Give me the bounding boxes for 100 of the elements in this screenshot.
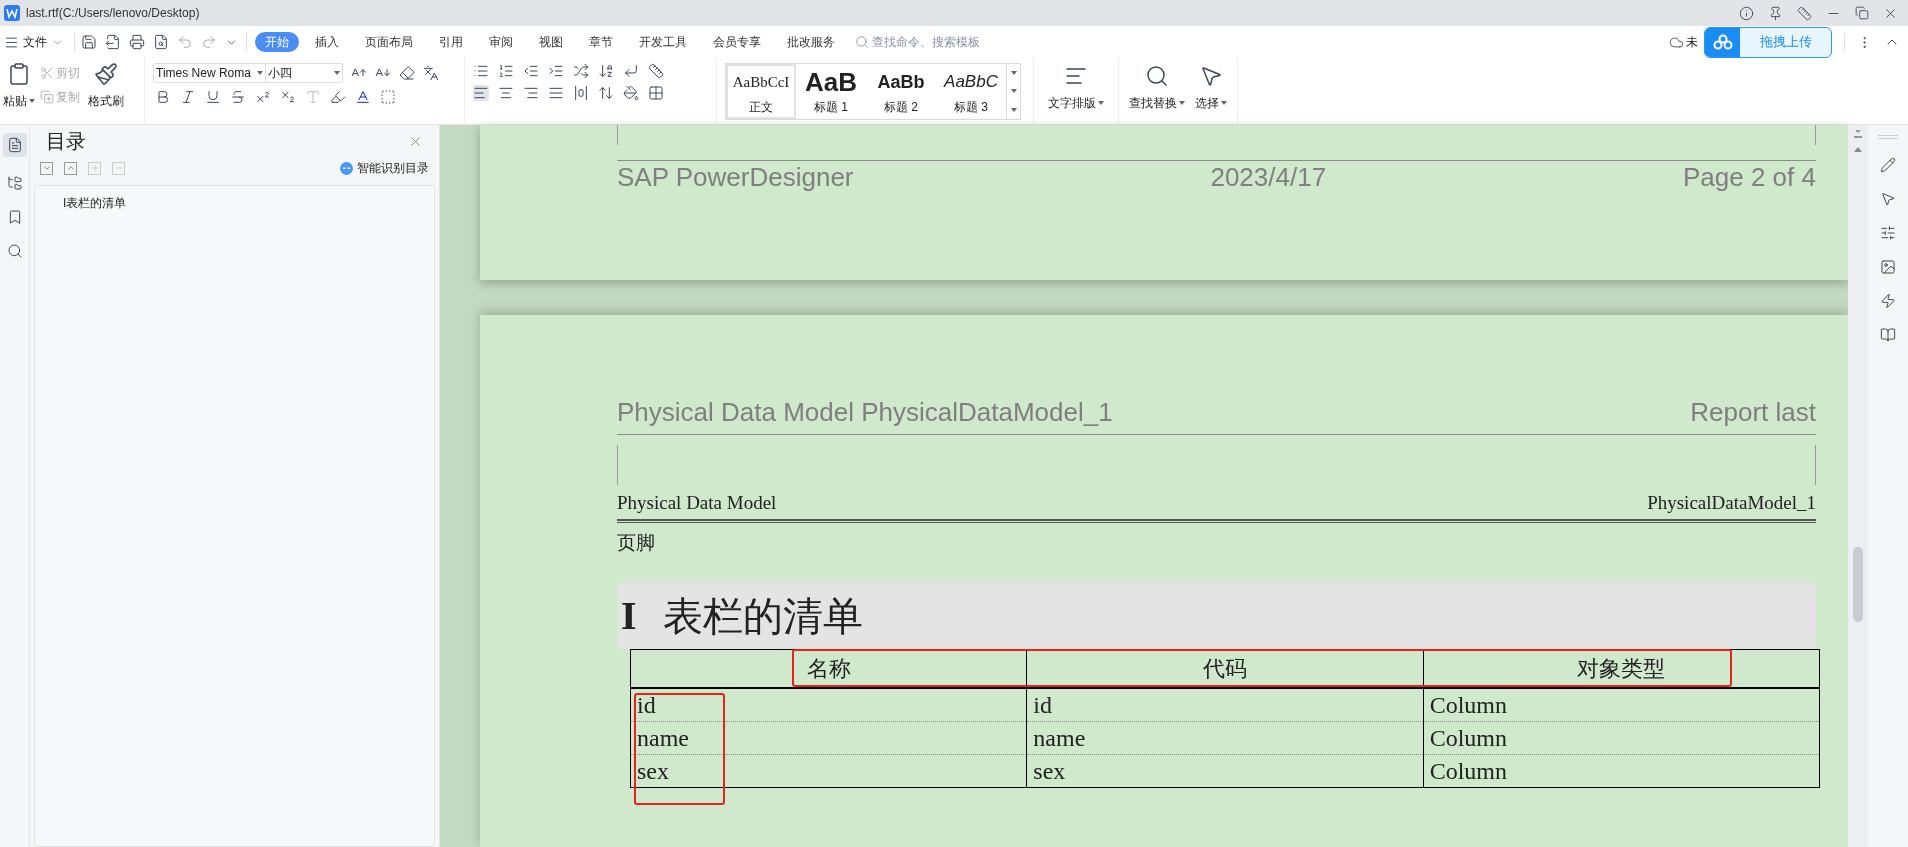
caret-icon bbox=[334, 71, 340, 75]
italic-icon[interactable] bbox=[180, 89, 196, 105]
caret-icon bbox=[29, 99, 35, 103]
table-cell: Column bbox=[1423, 687, 1820, 721]
strikethrough-icon[interactable] bbox=[230, 89, 246, 105]
format-painter-button[interactable]: 格式刷 bbox=[88, 62, 124, 110]
cloud-status[interactable]: 未 bbox=[1669, 33, 1698, 51]
save-icon[interactable] bbox=[81, 34, 97, 50]
ribbon-tab[interactable]: 会员专享 bbox=[703, 32, 771, 52]
ribbon-tab[interactable]: 页面布局 bbox=[355, 32, 423, 52]
column-header: 代码 bbox=[1026, 649, 1424, 688]
print-icon[interactable] bbox=[129, 34, 145, 50]
table-cell: Column bbox=[1423, 754, 1820, 787]
panel-title: 目录 bbox=[46, 129, 86, 154]
search-icon bbox=[855, 35, 869, 49]
ai-icon bbox=[340, 161, 353, 175]
outdent-icon[interactable] bbox=[523, 63, 539, 79]
superscript-icon[interactable] bbox=[255, 89, 271, 105]
header-text: Report last bbox=[1690, 396, 1816, 429]
scissors-icon bbox=[40, 66, 54, 80]
column-header: 名称 bbox=[630, 649, 1027, 688]
smart-toc-button[interactable]: 智能识别目录 bbox=[340, 159, 429, 177]
scrollbar-thumb[interactable] bbox=[1853, 547, 1863, 622]
caret-icon bbox=[1010, 107, 1017, 112]
borders-icon[interactable] bbox=[648, 85, 664, 101]
ribbon-tab[interactable]: 审阅 bbox=[479, 32, 523, 52]
table-cell: id bbox=[630, 687, 1027, 721]
window-title: last.rtf(C:/Users/lenovo/Desktop) bbox=[26, 5, 200, 22]
sort-icon[interactable] bbox=[598, 63, 614, 79]
header-text: Physical Data Model PhysicalDataModel_1 bbox=[617, 396, 1113, 429]
style-preset[interactable]: AaBbC 标题 3 bbox=[936, 64, 1006, 119]
table-cell: Column bbox=[1423, 721, 1820, 754]
text-layout-button[interactable]: 文字排版 bbox=[1034, 58, 1119, 124]
character-border-icon[interactable] bbox=[380, 89, 396, 105]
heading-title: 表栏的清单 bbox=[662, 592, 863, 641]
heading-number: I bbox=[621, 592, 637, 640]
caret-icon bbox=[1010, 71, 1017, 76]
ruler-icon[interactable] bbox=[1797, 5, 1812, 21]
caret-icon bbox=[1098, 101, 1104, 105]
align-center-icon[interactable] bbox=[498, 85, 514, 101]
paste-button[interactable]: 粘贴 bbox=[2, 62, 36, 110]
shading-icon[interactable] bbox=[623, 85, 639, 101]
ribbon-tab[interactable]: 开发工具 bbox=[629, 32, 697, 52]
lightning-icon[interactable] bbox=[1880, 293, 1896, 309]
cloud-logo-icon bbox=[1712, 34, 1733, 50]
ruler-icon[interactable] bbox=[648, 63, 664, 79]
align-right-icon[interactable] bbox=[523, 85, 539, 101]
image-icon[interactable] bbox=[1880, 259, 1896, 275]
file-menu[interactable]: 文件 bbox=[0, 33, 68, 51]
info-icon[interactable] bbox=[1739, 5, 1754, 21]
pen-icon[interactable] bbox=[1880, 157, 1896, 173]
numbered-list-icon[interactable] bbox=[498, 63, 514, 79]
scroll-up-icon[interactable] bbox=[1854, 147, 1862, 152]
ribbon-tab[interactable]: 引用 bbox=[429, 32, 473, 52]
bold-icon[interactable] bbox=[155, 89, 171, 105]
highlighter-icon[interactable] bbox=[330, 89, 346, 105]
sliders-icon[interactable] bbox=[1880, 225, 1896, 241]
select-button[interactable]: 选择 bbox=[1185, 58, 1238, 124]
menu-icon bbox=[4, 34, 19, 50]
outline-icon[interactable] bbox=[6, 137, 23, 153]
export-icon[interactable] bbox=[105, 34, 121, 50]
navigation-icon[interactable] bbox=[6, 175, 23, 191]
eraser-icon[interactable] bbox=[399, 65, 415, 81]
toc-item[interactable]: I表栏的清单 bbox=[35, 194, 434, 212]
clipboard-icon bbox=[7, 62, 31, 86]
pointer-icon[interactable] bbox=[1880, 191, 1896, 207]
font-size-dropdown[interactable]: 小四 bbox=[266, 64, 342, 82]
find-replace-button[interactable]: 查找替换 bbox=[1119, 58, 1185, 124]
font-color-icon[interactable] bbox=[355, 89, 371, 105]
search-icon[interactable] bbox=[6, 243, 23, 259]
bullet-list-icon[interactable] bbox=[473, 63, 489, 79]
caret-icon bbox=[1010, 89, 1017, 94]
table-cell: id bbox=[1026, 687, 1424, 721]
font-name-dropdown[interactable]: Times New Roma bbox=[154, 64, 266, 82]
align-left-icon[interactable] bbox=[473, 85, 489, 101]
caret-icon bbox=[1179, 101, 1185, 105]
style-preset[interactable]: AaB 标题 1 bbox=[796, 64, 866, 119]
indent-icon[interactable] bbox=[548, 63, 564, 79]
pin-icon[interactable] bbox=[1768, 5, 1783, 21]
style-preset[interactable]: AaBb 标题 2 bbox=[866, 64, 936, 119]
preview-icon[interactable] bbox=[153, 34, 169, 50]
restore-icon[interactable] bbox=[1855, 6, 1869, 20]
table-cell: name bbox=[1026, 721, 1424, 754]
caret-icon bbox=[257, 71, 263, 75]
subscript-icon[interactable] bbox=[280, 89, 296, 105]
book-icon[interactable] bbox=[1880, 327, 1896, 343]
ribbon-tab[interactable]: 批改服务 bbox=[777, 32, 845, 52]
ribbon-tab[interactable]: 章节 bbox=[579, 32, 623, 52]
table-cell: sex bbox=[1026, 754, 1424, 787]
line-spacing-icon[interactable] bbox=[598, 85, 614, 101]
ribbon-tab[interactable]: 视图 bbox=[529, 32, 573, 52]
line-break-icon[interactable] bbox=[623, 63, 639, 79]
section-header-text: Physical Data Model bbox=[617, 490, 777, 515]
style-preset[interactable]: AaBbCcI 正文 bbox=[726, 64, 796, 119]
distribute-icon[interactable] bbox=[573, 85, 589, 101]
underline-icon[interactable] bbox=[205, 89, 221, 105]
ribbon-tab[interactable]: 插入 bbox=[305, 32, 349, 52]
app-logo-icon bbox=[4, 5, 20, 21]
justify-icon[interactable] bbox=[548, 85, 564, 101]
table-cell: name bbox=[630, 721, 1027, 754]
